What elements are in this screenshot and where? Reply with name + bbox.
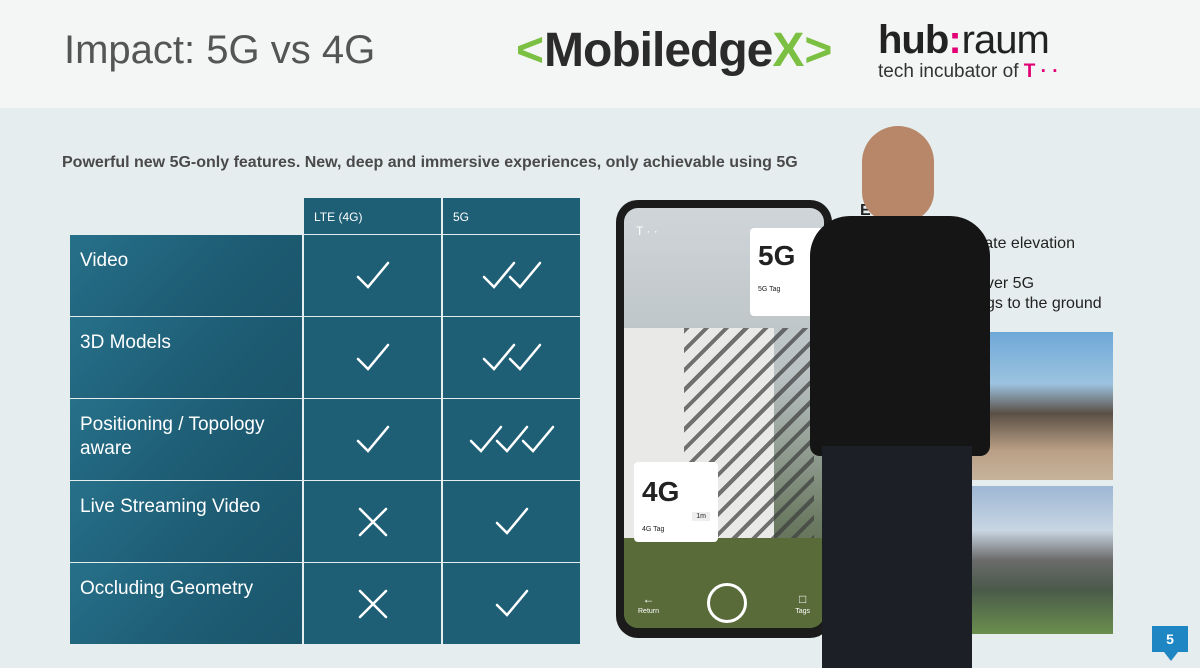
logo-left-bracket: < bbox=[516, 24, 545, 77]
cross-stroke bbox=[358, 507, 387, 536]
capture-button[interactable] bbox=[707, 583, 748, 623]
hubraum-raum: raum bbox=[961, 18, 1050, 62]
logo-right-bracket: > bbox=[804, 24, 833, 77]
feature-cell: Live Streaming Video bbox=[70, 481, 302, 562]
phone-screen: T · · 5G 5G Tag 4G 1m 4G Tag ← Return □ … bbox=[624, 208, 824, 628]
checkmark-stroke bbox=[508, 343, 541, 371]
hubraum-hub: hub bbox=[878, 18, 949, 62]
checkmark-stroke bbox=[482, 261, 515, 289]
lte-mark-cell bbox=[304, 399, 441, 480]
phone-toolbar: ← Return □ Tags bbox=[624, 578, 824, 628]
page-badge-tail bbox=[1164, 652, 1178, 661]
tag-4g[interactable]: 4G 1m 4G Tag bbox=[634, 462, 718, 542]
example-line: gs to the ground bbox=[986, 295, 1102, 312]
presenter-shirt bbox=[810, 216, 990, 456]
tag-4g-title: 4G bbox=[642, 476, 680, 507]
5g-mark-cell bbox=[443, 399, 580, 480]
feature-cell: Positioning / Topology aware bbox=[70, 399, 302, 480]
checkmark-icon bbox=[482, 261, 541, 289]
lte-mark-cell bbox=[304, 317, 441, 398]
slide-header: Impact: 5G vs 4G < Mobiledge X > hub:rau… bbox=[0, 0, 1200, 108]
checkmark-stroke bbox=[508, 261, 541, 289]
5g-mark-cell bbox=[443, 317, 580, 398]
telekom-logo-icon: T · · bbox=[1023, 61, 1059, 82]
cross-icon bbox=[358, 507, 387, 536]
column-header: 5G bbox=[443, 198, 580, 234]
logo-x: X bbox=[772, 24, 805, 77]
hubraum-tagline: tech incubator of T · · bbox=[878, 61, 1059, 83]
tag-4g-distance: 1m bbox=[692, 512, 710, 521]
feature-cell: Video bbox=[70, 235, 302, 316]
feature-cell: Occluding Geometry bbox=[70, 563, 302, 644]
tag-4g-caption: 4G Tag bbox=[642, 526, 665, 533]
checkmark-icon bbox=[356, 425, 389, 453]
checkmark-icon bbox=[495, 589, 528, 617]
presenter-head bbox=[862, 126, 934, 222]
lte-mark-cell bbox=[304, 481, 441, 562]
checkmark-stroke bbox=[495, 507, 528, 535]
checkmark-icon bbox=[356, 343, 389, 371]
cross-stroke bbox=[358, 589, 387, 618]
hubraum-colon: : bbox=[948, 18, 962, 62]
telekom-logo-icon: T · · bbox=[636, 224, 658, 238]
presenter-overlay bbox=[800, 126, 1000, 668]
slide-title: Impact: 5G vs 4G bbox=[64, 28, 376, 72]
page-number-badge: 5 bbox=[1152, 626, 1188, 652]
5g-mark-cell bbox=[443, 481, 580, 562]
slide-subtitle: Powerful new 5G-only features. New, deep… bbox=[62, 154, 798, 171]
checkmark-icon bbox=[482, 343, 541, 371]
column-header: LTE (4G) bbox=[304, 198, 441, 234]
checkmark-icon bbox=[469, 425, 554, 453]
logo-wordmark: Mobiledge bbox=[544, 24, 773, 77]
hubraum-logo: hub:raum tech incubator of T · · bbox=[878, 18, 1059, 83]
feature-cell: 3D Models bbox=[70, 317, 302, 398]
return-button[interactable]: ← Return bbox=[638, 592, 659, 615]
checkmark-stroke bbox=[521, 425, 554, 453]
checkmark-stroke bbox=[495, 425, 528, 453]
checkmark-stroke bbox=[356, 425, 389, 453]
checkmark-stroke bbox=[495, 589, 528, 617]
cross-icon bbox=[358, 589, 387, 618]
5g-mark-cell bbox=[443, 563, 580, 644]
arrow-left-icon: ← bbox=[642, 591, 655, 606]
checkmark-stroke bbox=[356, 261, 389, 289]
checkmark-stroke bbox=[469, 425, 502, 453]
5g-mark-cell bbox=[443, 235, 580, 316]
lte-mark-cell bbox=[304, 235, 441, 316]
presenter-jeans bbox=[822, 446, 972, 668]
checkmark-stroke bbox=[356, 343, 389, 371]
checkmark-stroke bbox=[482, 343, 515, 371]
mobiledgex-logo: < Mobiledge X > bbox=[516, 26, 832, 76]
return-label: Return bbox=[638, 607, 660, 615]
checkmark-icon bbox=[495, 507, 528, 535]
checkmark-icon bbox=[356, 261, 389, 289]
tagline-text: tech incubator of bbox=[878, 61, 1019, 82]
lte-mark-cell bbox=[304, 563, 441, 644]
